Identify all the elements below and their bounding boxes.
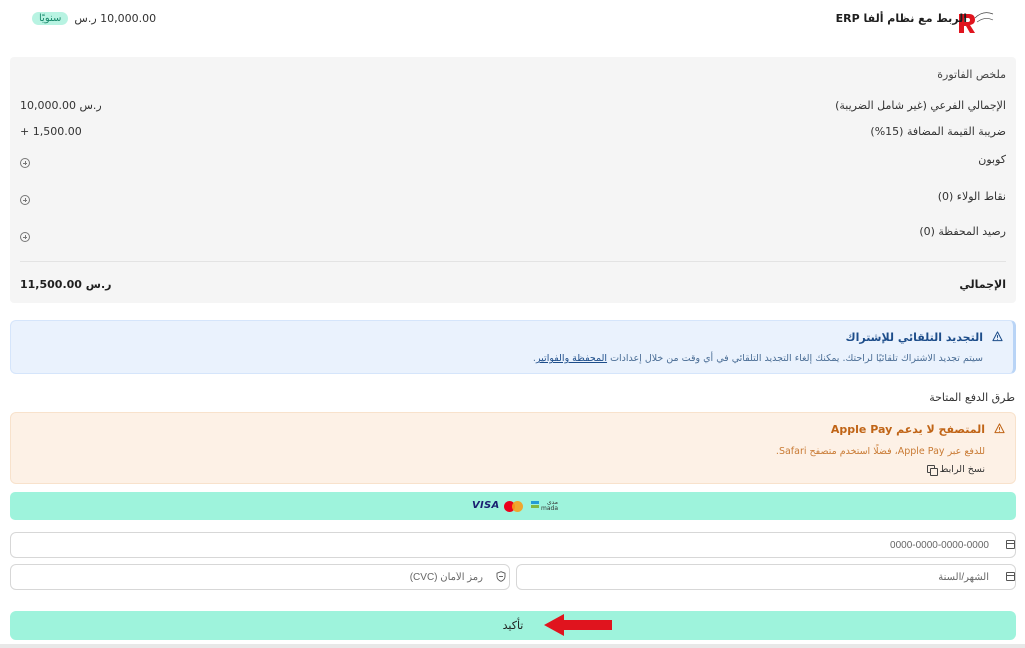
- coupon-row[interactable]: كوبون: [10, 153, 1016, 169]
- total-row: الإجمالي 11,500.00 ر.س: [10, 278, 1016, 294]
- subtotal-value: 10,000.00 ر.س: [20, 99, 102, 112]
- credit-card-icon: [1006, 540, 1015, 549]
- copy-link-label: نسخ الرابط: [939, 464, 985, 475]
- page-title: الربط مع نظام ألفا ERP: [835, 12, 967, 25]
- invoice-summary: ملخص الفاتورة الإجمالي الفرعي (غير شامل …: [10, 57, 1016, 303]
- auto-renewal-description: سيتم تجديد الاشتراك تلقائيًا لراحتك. يمك…: [610, 353, 983, 364]
- expiry-date-input[interactable]: [516, 564, 1016, 590]
- add-loyalty-icon[interactable]: [20, 195, 30, 205]
- apple-pay-warning: المتصفح لا يدعم Apple Pay للدفع عبر Appl…: [10, 412, 1016, 484]
- add-coupon-icon[interactable]: [20, 158, 30, 168]
- vat-label: ضريبة القيمة المضافة (15%): [870, 125, 1006, 138]
- arrow-left-icon: [544, 614, 612, 636]
- bottom-scrollbar: [0, 644, 1025, 648]
- loyalty-label: نقاط الولاء (0): [937, 190, 1006, 203]
- apple-pay-warning-text: للدفع عبر Apple Pay، فضلًا استخدم متصفح …: [775, 446, 985, 457]
- warning-triangle-icon: [994, 423, 1005, 434]
- vat-value: + 1,500.00: [20, 125, 82, 138]
- wallet-billing-link[interactable]: المحفظة والفواتير: [536, 353, 607, 364]
- payment-methods-title: طرق الدفع المتاحة: [929, 391, 1015, 404]
- header: الربط مع نظام ألفا ERP سنويًا 10,000.00 …: [0, 0, 1025, 40]
- calendar-icon: [1006, 572, 1015, 581]
- total-label: الإجمالي: [959, 278, 1006, 291]
- auto-renewal-notice: التجديد التلقائي للإشتراك سيتم تجديد الا…: [10, 320, 1016, 374]
- summary-divider: [20, 261, 1006, 262]
- vat-row: ضريبة القيمة المضافة (15%) + 1,500.00: [10, 125, 1016, 141]
- subtotal-row: الإجمالي الفرعي (غير شامل الضريبة) 10,00…: [10, 99, 1016, 115]
- card-number-input[interactable]: [10, 532, 1016, 558]
- total-value: 11,500.00 ر.س: [20, 278, 112, 291]
- auto-renewal-text: سيتم تجديد الاشتراك تلقائيًا لراحتك. يمك…: [533, 353, 983, 364]
- wallet-label: رصيد المحفظة (0): [919, 225, 1006, 238]
- confirm-button[interactable]: تأكيد: [10, 611, 1016, 640]
- mada-logo-english: mada: [541, 505, 559, 512]
- plan-price: سنويًا 10,000.00 ر.س: [32, 12, 156, 25]
- subtotal-label: الإجمالي الفرعي (غير شامل الضريبة): [835, 99, 1006, 112]
- billing-period-badge: سنويًا: [32, 12, 69, 25]
- cvc-input[interactable]: [10, 564, 510, 590]
- shield-icon: [496, 571, 506, 582]
- mada-logo: مدى mada: [531, 500, 559, 512]
- add-wallet-icon[interactable]: [20, 232, 30, 242]
- loyalty-row[interactable]: نقاط الولاء (0): [10, 190, 1016, 206]
- apple-pay-warning-title: المتصفح لا يدعم Apple Pay: [830, 423, 985, 436]
- visa-logo: VISA: [472, 500, 500, 511]
- coupon-label: كوبون: [978, 153, 1006, 166]
- wallet-row[interactable]: رصيد المحفظة (0): [10, 225, 1016, 242]
- card-payment-method[interactable]: VISA مدى mada: [10, 492, 1016, 520]
- auto-renewal-title: التجديد التلقائي للإشتراك: [845, 331, 984, 344]
- mastercard-logo: [504, 501, 524, 512]
- summary-title: ملخص الفاتورة: [937, 68, 1006, 81]
- warning-triangle-icon: [992, 331, 1003, 342]
- copy-link-button[interactable]: نسخ الرابط: [926, 464, 985, 476]
- price-amount: 10,000.00 ر.س: [74, 12, 157, 25]
- copy-icon: [926, 465, 938, 476]
